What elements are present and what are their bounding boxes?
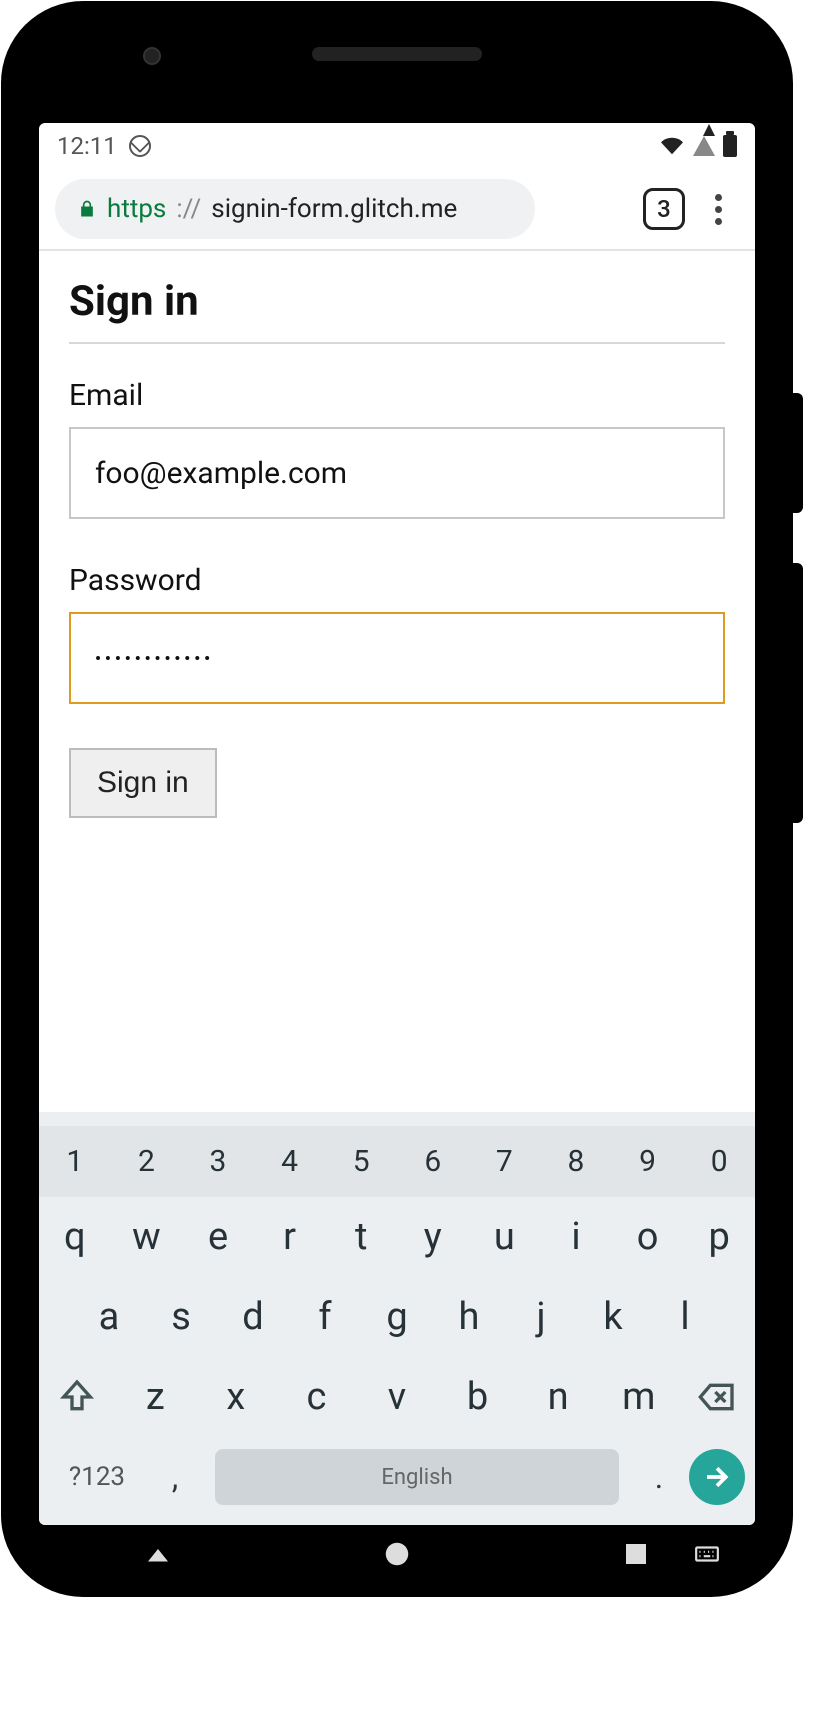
key-0[interactable]: 0 bbox=[683, 1126, 755, 1197]
key-7[interactable]: 7 bbox=[469, 1126, 541, 1197]
page-title: Sign in bbox=[69, 277, 725, 326]
status-right bbox=[659, 135, 737, 157]
key-x[interactable]: x bbox=[196, 1375, 277, 1419]
status-bar: 12:11 bbox=[39, 123, 755, 169]
sign-in-button[interactable]: Sign in bbox=[69, 748, 217, 818]
title-divider bbox=[69, 342, 725, 344]
android-navbar bbox=[39, 1525, 755, 1583]
key-b[interactable]: b bbox=[437, 1375, 518, 1419]
key-3[interactable]: 3 bbox=[182, 1126, 254, 1197]
key-t[interactable]: t bbox=[325, 1215, 397, 1259]
email-label: Email bbox=[69, 378, 725, 413]
password-group: Password •••••••••••• bbox=[69, 563, 725, 704]
key-a[interactable]: a bbox=[73, 1295, 145, 1339]
status-time: 12:11 bbox=[57, 132, 117, 160]
screen: 12:11 https :// signin-form.glitch.me 3 bbox=[39, 123, 755, 1525]
symbols-key[interactable]: ?123 bbox=[49, 1462, 145, 1492]
phone-earpiece bbox=[312, 47, 482, 61]
shift-key[interactable] bbox=[39, 1375, 115, 1419]
key-i[interactable]: i bbox=[540, 1215, 612, 1259]
key-2[interactable]: 2 bbox=[111, 1126, 183, 1197]
email-group: Email bbox=[69, 378, 725, 519]
tab-count: 3 bbox=[657, 195, 671, 223]
space-key[interactable]: English bbox=[215, 1449, 619, 1505]
soft-keyboard: 1234567890 qwertyuiop asdfghjkl zxcvbnm … bbox=[39, 1112, 755, 1525]
key-o[interactable]: o bbox=[612, 1215, 684, 1259]
lock-icon bbox=[77, 197, 97, 221]
key-r[interactable]: r bbox=[254, 1215, 326, 1259]
key-w[interactable]: w bbox=[111, 1215, 183, 1259]
browser-toolbar: https :// signin-form.glitch.me 3 bbox=[39, 169, 755, 251]
key-z[interactable]: z bbox=[115, 1375, 196, 1419]
keyboard-row-1: qwertyuiop bbox=[39, 1197, 755, 1277]
key-m[interactable]: m bbox=[598, 1375, 679, 1419]
key-v[interactable]: v bbox=[357, 1375, 438, 1419]
do-not-disturb-icon bbox=[129, 135, 151, 157]
key-1[interactable]: 1 bbox=[39, 1126, 111, 1197]
keyboard-row-3: zxcvbnm bbox=[39, 1357, 755, 1437]
email-field[interactable] bbox=[69, 427, 725, 519]
status-left: 12:11 bbox=[57, 132, 151, 160]
key-j[interactable]: j bbox=[505, 1295, 577, 1339]
key-l[interactable]: l bbox=[649, 1295, 721, 1339]
password-label: Password bbox=[69, 563, 725, 598]
nav-back-button[interactable] bbox=[128, 1534, 188, 1574]
key-9[interactable]: 9 bbox=[612, 1126, 684, 1197]
key-4[interactable]: 4 bbox=[254, 1126, 326, 1197]
key-c[interactable]: c bbox=[276, 1375, 357, 1419]
address-bar[interactable]: https :// signin-form.glitch.me bbox=[55, 179, 535, 239]
keyboard-row-2: asdfghjkl bbox=[39, 1277, 755, 1357]
url-host: signin-form.glitch.me bbox=[211, 194, 457, 224]
url-separator: :// bbox=[176, 194, 201, 224]
url-scheme: https bbox=[107, 194, 166, 224]
key-h[interactable]: h bbox=[433, 1295, 505, 1339]
phone-camera bbox=[143, 47, 161, 65]
key-s[interactable]: s bbox=[145, 1295, 217, 1339]
backspace-key[interactable] bbox=[679, 1375, 755, 1419]
key-q[interactable]: q bbox=[39, 1215, 111, 1259]
key-g[interactable]: g bbox=[361, 1295, 433, 1339]
key-6[interactable]: 6 bbox=[397, 1126, 469, 1197]
key-k[interactable]: k bbox=[577, 1295, 649, 1339]
key-f[interactable]: f bbox=[289, 1295, 361, 1339]
key-y[interactable]: y bbox=[397, 1215, 469, 1259]
keyboard-number-row: 1234567890 bbox=[39, 1126, 755, 1197]
keyboard-util-row: ?123 , English . bbox=[39, 1437, 755, 1525]
cell-signal-icon bbox=[693, 136, 715, 156]
nav-recents-button[interactable] bbox=[606, 1534, 666, 1574]
nav-keyboard-button[interactable] bbox=[677, 1534, 737, 1574]
page-content: Sign in Email Password •••••••••••• Sign… bbox=[39, 251, 755, 1112]
key-e[interactable]: e bbox=[182, 1215, 254, 1259]
nav-home-button[interactable] bbox=[367, 1534, 427, 1574]
key-u[interactable]: u bbox=[469, 1215, 541, 1259]
key-5[interactable]: 5 bbox=[325, 1126, 397, 1197]
key-p[interactable]: p bbox=[683, 1215, 755, 1259]
comma-key[interactable]: , bbox=[145, 1458, 205, 1496]
period-key[interactable]: . bbox=[629, 1458, 689, 1496]
key-8[interactable]: 8 bbox=[540, 1126, 612, 1197]
key-n[interactable]: n bbox=[518, 1375, 599, 1419]
overflow-menu-button[interactable] bbox=[697, 188, 739, 230]
password-field[interactable]: •••••••••••• bbox=[69, 612, 725, 704]
wifi-icon bbox=[659, 135, 685, 157]
phone-frame: 12:11 https :// signin-form.glitch.me 3 bbox=[3, 3, 791, 1595]
tab-switcher-button[interactable]: 3 bbox=[643, 188, 685, 230]
enter-key[interactable] bbox=[689, 1449, 745, 1505]
battery-icon bbox=[723, 135, 737, 157]
key-d[interactable]: d bbox=[217, 1295, 289, 1339]
